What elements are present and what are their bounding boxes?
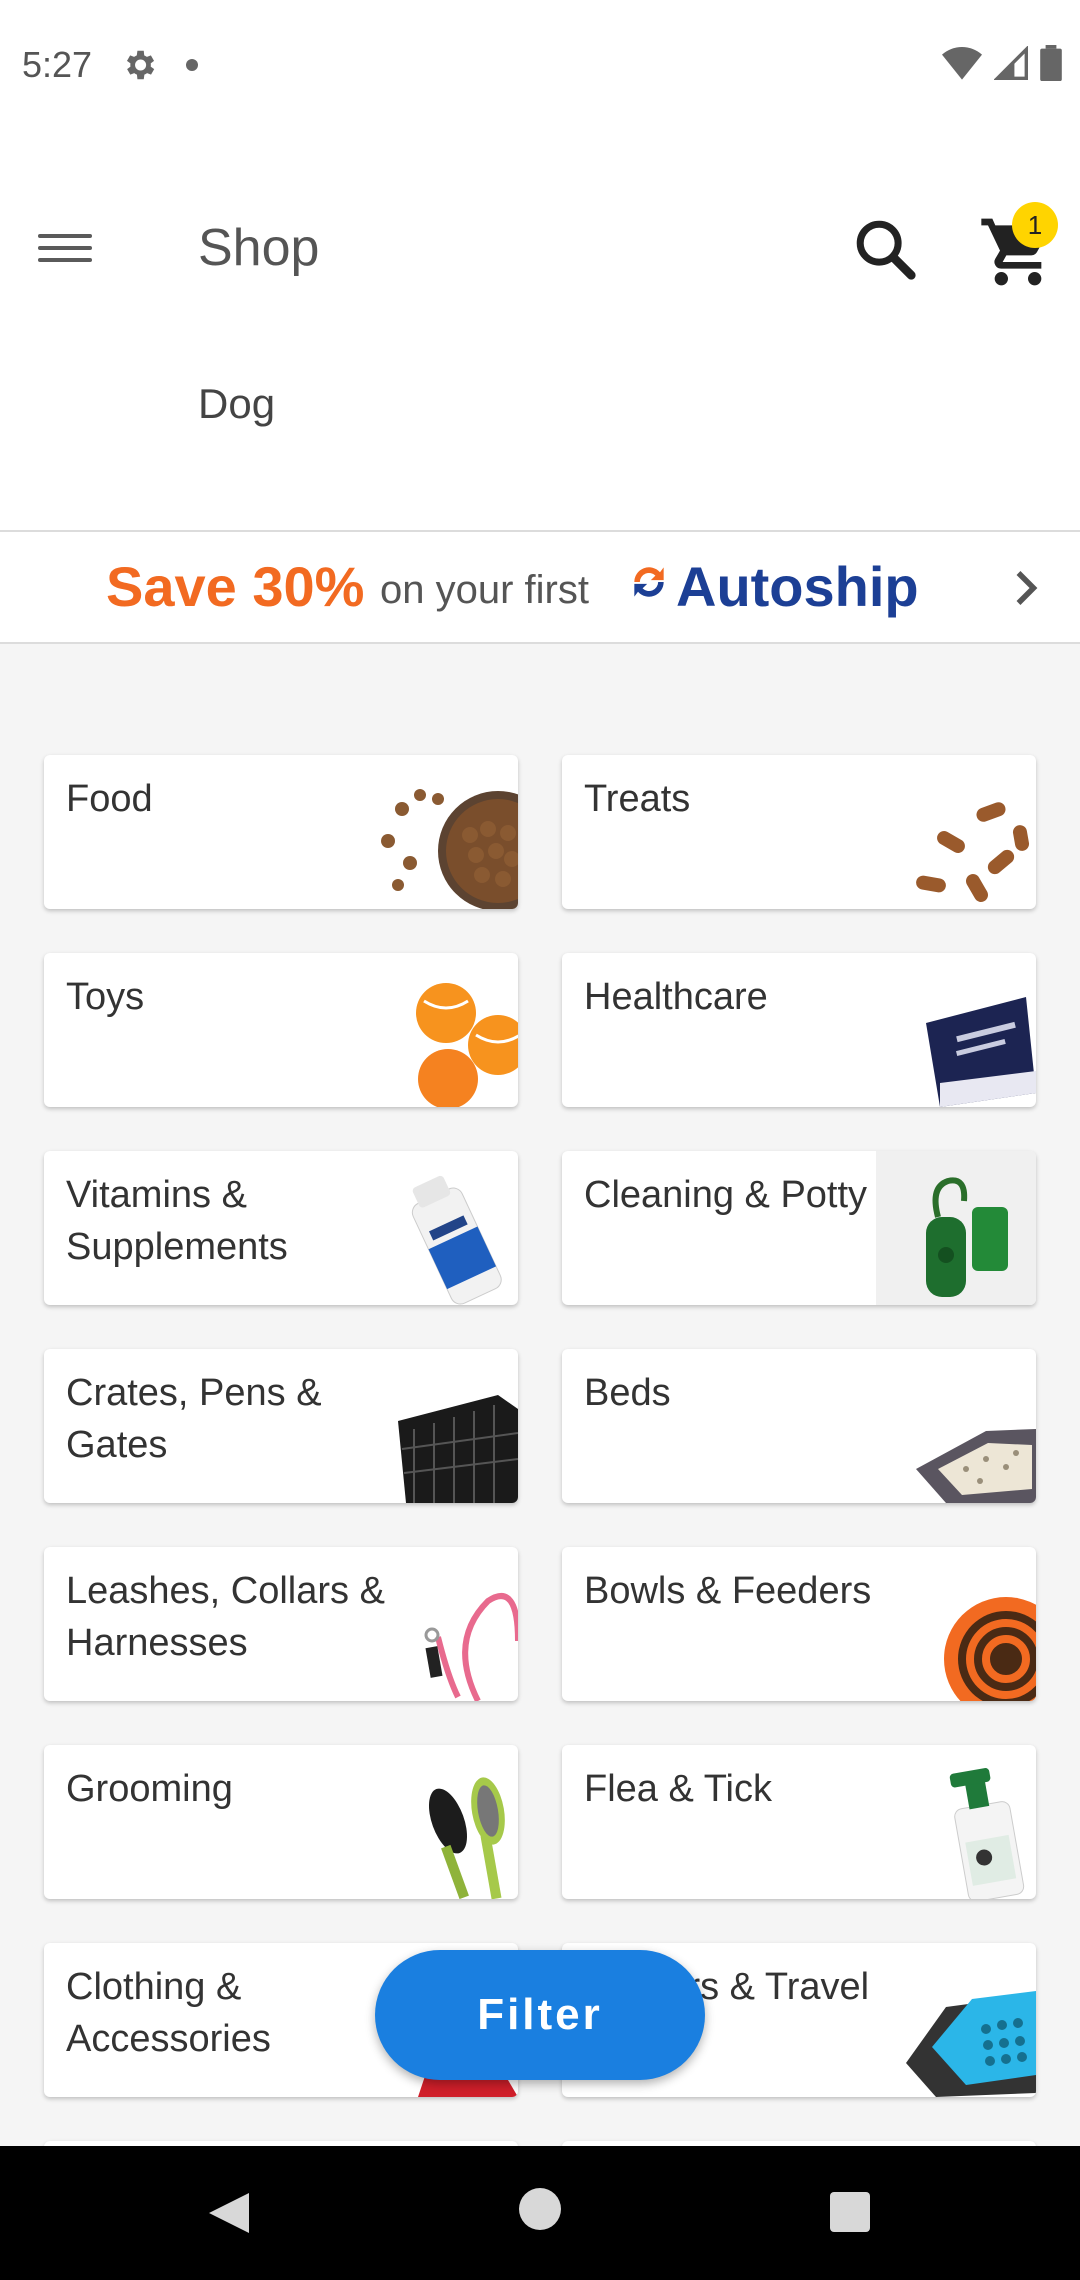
category-label: Vitamins & Supplements — [66, 1174, 288, 1268]
home-icon[interactable] — [519, 2188, 561, 2230]
category-card-toys[interactable]: Toys — [44, 953, 518, 1107]
promo-brand-text: Autoship — [676, 555, 919, 618]
slow-feeder-image — [944, 1597, 1036, 1701]
category-card-food[interactable]: Food — [44, 755, 518, 909]
dog-bed-image — [916, 1429, 1036, 1503]
category-card-bowls-feeders[interactable]: Bowls & Feeders — [562, 1547, 1036, 1701]
category-card-healthcare[interactable]: Healthcare — [562, 953, 1036, 1107]
leash-image — [424, 1593, 518, 1701]
spray-bottle-image — [949, 1768, 1025, 1899]
category-card-grooming[interactable]: Grooming — [44, 1745, 518, 1899]
category-label: Leashes, Collars & Harnesses — [66, 1570, 385, 1664]
category-grid: Food Treats Toys Healthcare Vitamins & S… — [0, 644, 1080, 2146]
category-label: Treats — [584, 778, 691, 820]
poop-bag-holder-image — [876, 1151, 1036, 1305]
cart-count-badge: 1 — [1012, 202, 1058, 248]
category-label: Flea & Tick — [584, 1768, 772, 1810]
wire-crate-image — [398, 1395, 518, 1503]
pet-carrier-image — [906, 1991, 1036, 2097]
category-label: Beds — [584, 1372, 671, 1414]
status-indicators — [942, 45, 1062, 81]
category-label: Food — [66, 778, 153, 820]
category-card-beds[interactable]: Beds — [562, 1349, 1036, 1503]
battery-icon — [1040, 45, 1062, 81]
menu-icon[interactable] — [38, 226, 118, 286]
notification-dot-icon — [186, 59, 199, 71]
back-icon[interactable] — [204, 2188, 254, 2238]
category-label: Bowls & Feeders — [584, 1570, 872, 1612]
category-card-crates-pens-gates[interactable]: Crates, Pens & Gates — [44, 1349, 518, 1503]
category-label: Grooming — [66, 1768, 233, 1810]
promo-save-text: Save 30% — [106, 555, 365, 618]
status-bar: 5:27 — [0, 0, 1080, 130]
category-label: Healthcare — [584, 976, 768, 1018]
kibble-bowl-image — [381, 789, 518, 909]
category-card-flea-tick[interactable]: Flea & Tick — [562, 1745, 1036, 1899]
bone-treats-image — [916, 802, 1030, 902]
category-card-cleaning-potty[interactable]: Cleaning & Potty — [562, 1151, 1036, 1305]
category-card-treats[interactable]: Treats — [562, 755, 1036, 909]
category-label: Clothing & Accessories — [66, 1966, 271, 2060]
tennis-balls-image — [416, 983, 518, 1107]
category-card-vitamins-supplements[interactable]: Vitamins & Supplements — [44, 1151, 518, 1305]
recents-icon[interactable] — [830, 2192, 870, 2232]
supplement-box-image — [926, 997, 1036, 1107]
page-title: Shop — [198, 219, 320, 277]
category-card-leashes-collars-harnesses[interactable]: Leashes, Collars & Harnesses — [44, 1547, 518, 1701]
gear-icon — [127, 50, 155, 80]
signal-icon — [994, 46, 1028, 80]
category-label: Crates, Pens & Gates — [66, 1372, 322, 1466]
oil-bottle-image — [411, 1175, 502, 1305]
status-time: 5:27 — [22, 44, 93, 85]
category-label: Cleaning & Potty — [584, 1174, 868, 1216]
app-bar: Shop 1 Dog — [0, 130, 1080, 530]
category-label: Toys — [66, 976, 145, 1018]
system-nav-bar — [0, 2146, 1080, 2280]
wifi-icon — [942, 47, 982, 80]
brushes-image — [428, 1777, 505, 1899]
autoship-logo-icon — [634, 567, 664, 597]
search-icon[interactable] — [850, 214, 920, 284]
autoship-promo-banner[interactable]: Save 30% on your first Autoship — [0, 530, 1080, 644]
filter-button[interactable]: Filter — [375, 1950, 705, 2080]
chevron-right-icon — [1016, 571, 1038, 605]
category-subtitle: Dog — [198, 380, 276, 427]
promo-middle-text: on your first — [380, 568, 589, 612]
